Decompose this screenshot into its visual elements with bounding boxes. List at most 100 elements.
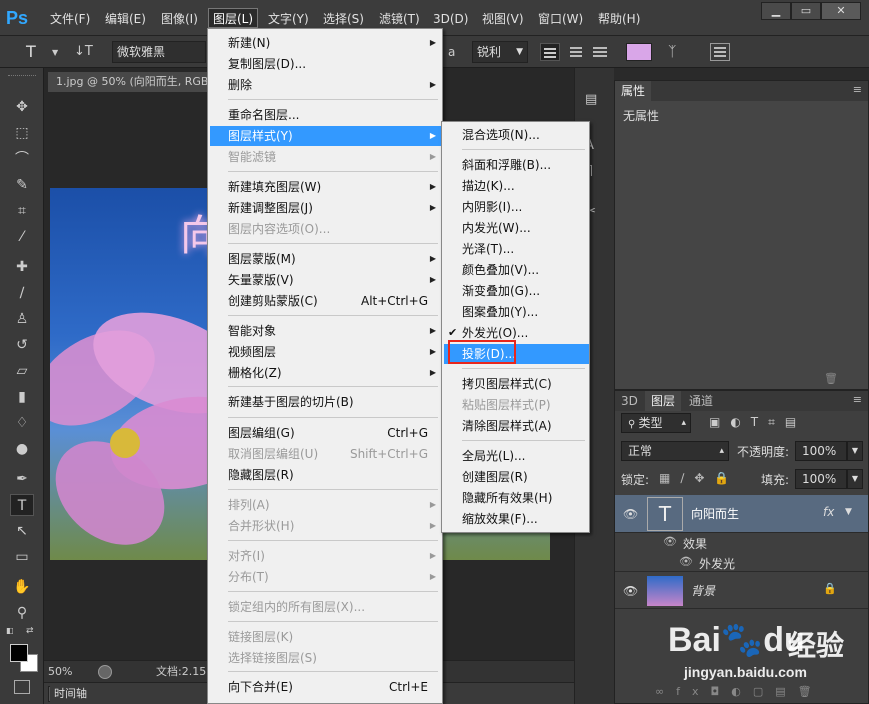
default-colors-icon[interactable]: ◧: [6, 626, 18, 636]
quick-select-tool-icon[interactable]: ✎: [10, 174, 34, 196]
character-panel-icon[interactable]: [710, 43, 730, 61]
text-color-swatch[interactable]: [626, 43, 652, 61]
layer-filter-select[interactable]: ⚲ 类型 ▴: [621, 413, 691, 433]
tab-3d[interactable]: 3D: [615, 391, 644, 411]
trash-icon[interactable]: 🗑: [824, 372, 838, 385]
quick-mask-icon[interactable]: [14, 680, 30, 694]
layer-style-item[interactable]: 混合选项(N)...: [444, 125, 589, 145]
layer-menu-item[interactable]: 隐藏图层(R): [210, 465, 442, 485]
shape-tool-icon[interactable]: ▭: [10, 546, 34, 568]
layer-style-item[interactable]: 清除图层样式(A): [444, 416, 589, 436]
eraser-tool-icon[interactable]: ▱: [10, 360, 34, 382]
layer-menu-item[interactable]: 图层样式(Y) ▶: [210, 126, 442, 146]
fill-field[interactable]: 100%: [795, 469, 847, 489]
layer-style-item[interactable]: 渐变叠加(G)...: [444, 281, 589, 301]
hand-tool-icon[interactable]: ✋: [10, 576, 34, 598]
foreground-color-swatch[interactable]: [10, 644, 28, 662]
minimize-button[interactable]: ▁: [761, 2, 791, 20]
opacity-field[interactable]: 100%: [795, 441, 847, 461]
layer-menu-item[interactable]: 智能对象 ▶: [210, 321, 442, 341]
layer-menu-item[interactable]: 复制图层(D)...: [210, 54, 442, 74]
layer-name[interactable]: 向阳而生: [691, 505, 739, 522]
lasso-tool-icon[interactable]: ⌒: [10, 148, 34, 170]
layer-row-background[interactable]: 👁 背景 🔒: [615, 571, 868, 609]
layer-menu-item[interactable]: 图层蒙版(M) ▶: [210, 249, 442, 269]
zoom-tool-icon[interactable]: ⚲: [10, 602, 34, 624]
layer-style-item[interactable]: 隐藏所有效果(H): [444, 488, 589, 508]
menu-layer[interactable]: 图层(L): [208, 8, 259, 28]
swap-colors-icon[interactable]: ⇄: [26, 626, 38, 636]
layer-menu-item[interactable]: 新建(N) ▶: [210, 33, 442, 53]
layer-menu-item[interactable]: 栅格化(Z) ▶: [210, 363, 442, 383]
menu-view[interactable]: 视图(V): [482, 9, 524, 29]
layer-style-item[interactable]: 颜色叠加(V)...: [444, 260, 589, 280]
fx-icon[interactable]: fx: [823, 505, 834, 519]
layer-style-item[interactable]: 光泽(T)...: [444, 239, 589, 259]
layer-menu-item[interactable]: 重命名图层...: [210, 105, 442, 125]
menu-edit[interactable]: 编辑(E): [105, 9, 146, 29]
menu-filter[interactable]: 滤镜(T): [379, 9, 420, 29]
layer-row-text[interactable]: 👁 T 向阳而生 fx ▼: [615, 495, 868, 533]
chevron-down-icon[interactable]: ▼: [847, 441, 863, 461]
layer-menu-item[interactable]: 视频图层 ▶: [210, 342, 442, 362]
close-button[interactable]: ✕: [821, 2, 861, 20]
layer-menu-item[interactable]: 向下合并(E) Ctrl+E: [210, 677, 442, 697]
layer-style-item[interactable]: 斜面和浮雕(B)...: [444, 155, 589, 175]
eyedropper-tool-icon[interactable]: ⁄: [10, 226, 34, 248]
tab-layers[interactable]: 图层: [645, 391, 682, 411]
eye-icon[interactable]: 👁: [623, 584, 638, 598]
layer-menu-item[interactable]: 新建基于图层的切片(B): [210, 392, 442, 412]
marquee-tool-icon[interactable]: ⬚: [10, 122, 34, 144]
crop-tool-icon[interactable]: ⌗: [10, 200, 34, 222]
path-select-tool-icon[interactable]: ↖: [10, 520, 34, 542]
menu-type[interactable]: 文字(Y): [268, 9, 309, 29]
text-orientation-icon[interactable]: ↓T: [74, 43, 96, 61]
toolbar-grip[interactable]: [8, 70, 36, 76]
align-right-icon[interactable]: [590, 43, 610, 61]
chevron-down-icon[interactable]: ▼: [847, 469, 863, 489]
lock-icons[interactable]: ▦∕✥🔒: [659, 471, 739, 485]
layer-menu-item[interactable]: 删除 ▶: [210, 75, 442, 95]
layer-style-item[interactable]: 拷贝图层样式(C): [444, 374, 589, 394]
eye-icon[interactable]: 👁: [623, 507, 638, 521]
layer-style-item[interactable]: 缩放效果(F)...: [444, 509, 589, 529]
timeline-tab-label[interactable]: 时间轴: [50, 683, 91, 704]
status-icon[interactable]: [98, 665, 112, 679]
layer-name[interactable]: 背景: [691, 582, 715, 599]
layer-style-item[interactable]: 图案叠加(Y)...: [444, 302, 589, 322]
layer-style-item[interactable]: 创建图层(R): [444, 467, 589, 487]
layer-style-item[interactable]: 内发光(W)...: [444, 218, 589, 238]
zoom-level[interactable]: 50%: [48, 661, 72, 683]
layer-menu-item[interactable]: 创建剪贴蒙版(C) Alt+Ctrl+G: [210, 291, 442, 311]
history-brush-tool-icon[interactable]: ↺: [10, 334, 34, 356]
dodge-tool-icon[interactable]: ●: [10, 438, 34, 460]
menu-help[interactable]: 帮助(H): [598, 9, 640, 29]
eye-icon[interactable]: 👁: [663, 535, 677, 548]
layer-style-item[interactable]: 内阴影(I)...: [444, 197, 589, 217]
layer-menu-item[interactable]: 新建调整图层(J) ▶: [210, 198, 442, 218]
blend-mode-select[interactable]: 正常 ▴: [621, 441, 729, 461]
stamp-tool-icon[interactable]: ♙: [10, 308, 34, 330]
panel-menu-icon[interactable]: ≡: [853, 83, 862, 96]
history-panel-icon[interactable]: ▤: [585, 92, 605, 112]
restore-button[interactable]: ▭: [791, 2, 821, 20]
layer-menu-item[interactable]: 图层编组(G) Ctrl+G: [210, 423, 442, 443]
panel-menu-icon[interactable]: ≡: [853, 393, 862, 406]
layer-style-item[interactable]: 描边(K)...: [444, 176, 589, 196]
menu-3d[interactable]: 3D(D): [433, 9, 468, 29]
brush-tool-icon[interactable]: ∕: [10, 282, 34, 304]
menu-select[interactable]: 选择(S): [323, 9, 364, 29]
antialias-select[interactable]: 锐利 ▼: [472, 41, 528, 63]
chevron-down-icon[interactable]: ▼: [52, 48, 60, 57]
healing-brush-tool-icon[interactable]: ✚: [10, 256, 34, 278]
chevron-down-icon[interactable]: ▼: [845, 507, 852, 517]
align-left-icon[interactable]: [540, 43, 560, 61]
effect-item[interactable]: 外发光: [699, 555, 735, 572]
eye-icon[interactable]: 👁: [679, 555, 693, 568]
pen-tool-icon[interactable]: ✒: [10, 468, 34, 490]
blur-tool-icon[interactable]: ♢: [10, 412, 34, 434]
layer-menu-item[interactable]: 新建填充图层(W) ▶: [210, 177, 442, 197]
layer-filter-icons[interactable]: ▣◐T⌗▤: [709, 415, 859, 431]
tab-channels[interactable]: 通道: [683, 391, 719, 411]
move-tool-icon[interactable]: ✥: [10, 96, 34, 118]
